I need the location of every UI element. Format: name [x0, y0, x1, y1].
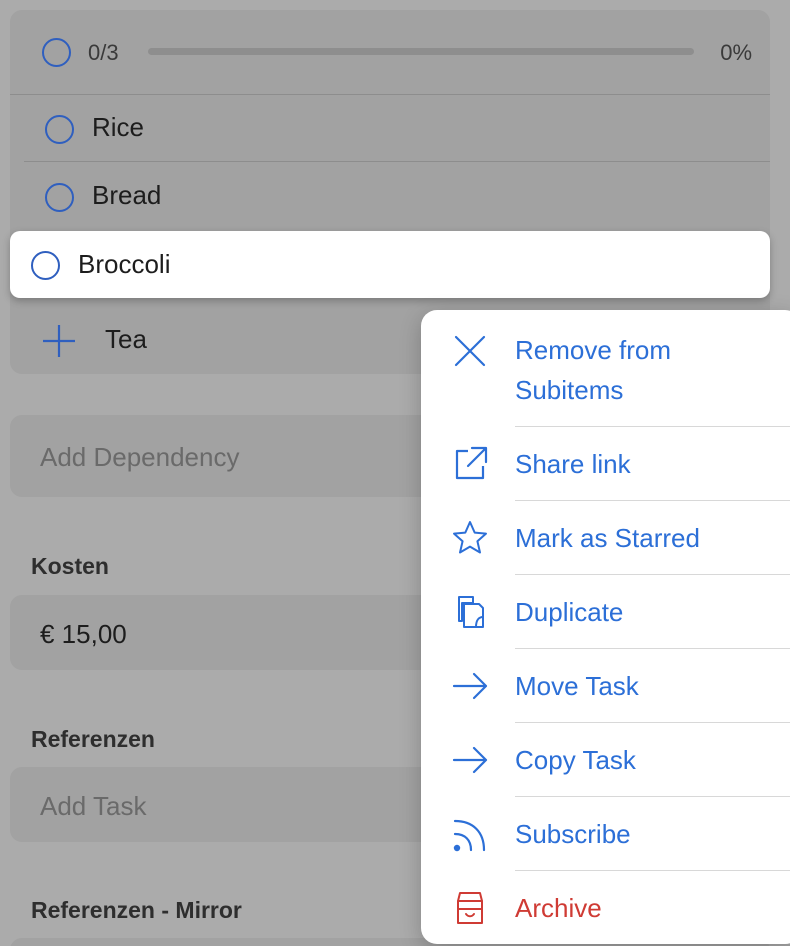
- arrow-right-icon: [452, 672, 488, 700]
- checkbox-circle-icon[interactable]: [31, 251, 60, 280]
- menu-item-copy-task[interactable]: Copy Task: [421, 723, 790, 796]
- share-external-icon: [455, 446, 488, 480]
- subitem-label: Bread: [92, 180, 162, 210]
- subitem-label: Rice: [92, 112, 145, 142]
- menu-label: Subitems: [515, 375, 624, 405]
- subitems-progress-row: 0/3 0%: [10, 10, 770, 94]
- menu-label: Remove from: [515, 335, 672, 365]
- menu-label: Move Task: [515, 671, 639, 701]
- subitem-row-bread[interactable]: Bread: [0, 164, 780, 230]
- progress-bar: [148, 48, 694, 55]
- menu-item-mark-as-starred[interactable]: Mark as Starred: [421, 501, 790, 574]
- star-icon: [453, 521, 487, 554]
- task-detail-page: 0/3 0% Rice Bread Broccoli Tea Add Depen…: [0, 0, 790, 946]
- menu-label: Duplicate: [515, 597, 624, 627]
- menu-label: Copy Task: [515, 745, 636, 775]
- menu-item-remove-from-subitems[interactable]: Remove from Subitems: [421, 310, 790, 426]
- context-menu: Remove from Subitems Share link Mark as …: [421, 310, 790, 944]
- subitem-row-broccoli-dragging[interactable]: Broccoli: [10, 231, 770, 298]
- add-task-placeholder: Add Task: [40, 791, 147, 821]
- duplicate-icon: [458, 596, 484, 628]
- arrow-right-icon: [452, 746, 488, 774]
- menu-label: Subscribe: [515, 819, 631, 849]
- subitem-label: Broccoli: [78, 249, 171, 279]
- rss-icon: [453, 819, 486, 852]
- progress-count: 0/3: [88, 40, 119, 65]
- menu-item-archive[interactable]: Archive: [421, 871, 790, 944]
- menu-item-duplicate[interactable]: Duplicate: [421, 575, 790, 648]
- divider: [24, 161, 770, 162]
- referenzen-label: Referenzen: [31, 726, 155, 752]
- archive-box-icon: [457, 892, 483, 924]
- menu-item-share-link[interactable]: Share link: [421, 427, 790, 500]
- plus-icon[interactable]: [41, 323, 77, 359]
- menu-label: Share link: [515, 449, 631, 479]
- divider: [10, 94, 770, 95]
- menu-item-subscribe[interactable]: Subscribe: [421, 797, 790, 870]
- kosten-label: Kosten: [31, 553, 109, 579]
- checkbox-circle-icon[interactable]: [45, 115, 74, 144]
- menu-item-move-task[interactable]: Move Task: [421, 649, 790, 722]
- kosten-value[interactable]: € 15,00: [40, 619, 127, 650]
- checkbox-circle-icon[interactable]: [45, 183, 74, 212]
- close-icon: [454, 335, 486, 367]
- menu-label: Archive: [515, 893, 602, 923]
- progress-percent: 0%: [720, 40, 752, 65]
- add-dependency-placeholder: Add Dependency: [40, 442, 240, 472]
- subitem-row-rice[interactable]: Rice: [0, 96, 780, 162]
- referenzen-mirror-label: Referenzen - Mirror: [31, 897, 242, 923]
- add-subitem-input[interactable]: Tea: [105, 324, 147, 355]
- progress-circle-icon: [42, 38, 71, 67]
- menu-label: Mark as Starred: [515, 523, 700, 553]
